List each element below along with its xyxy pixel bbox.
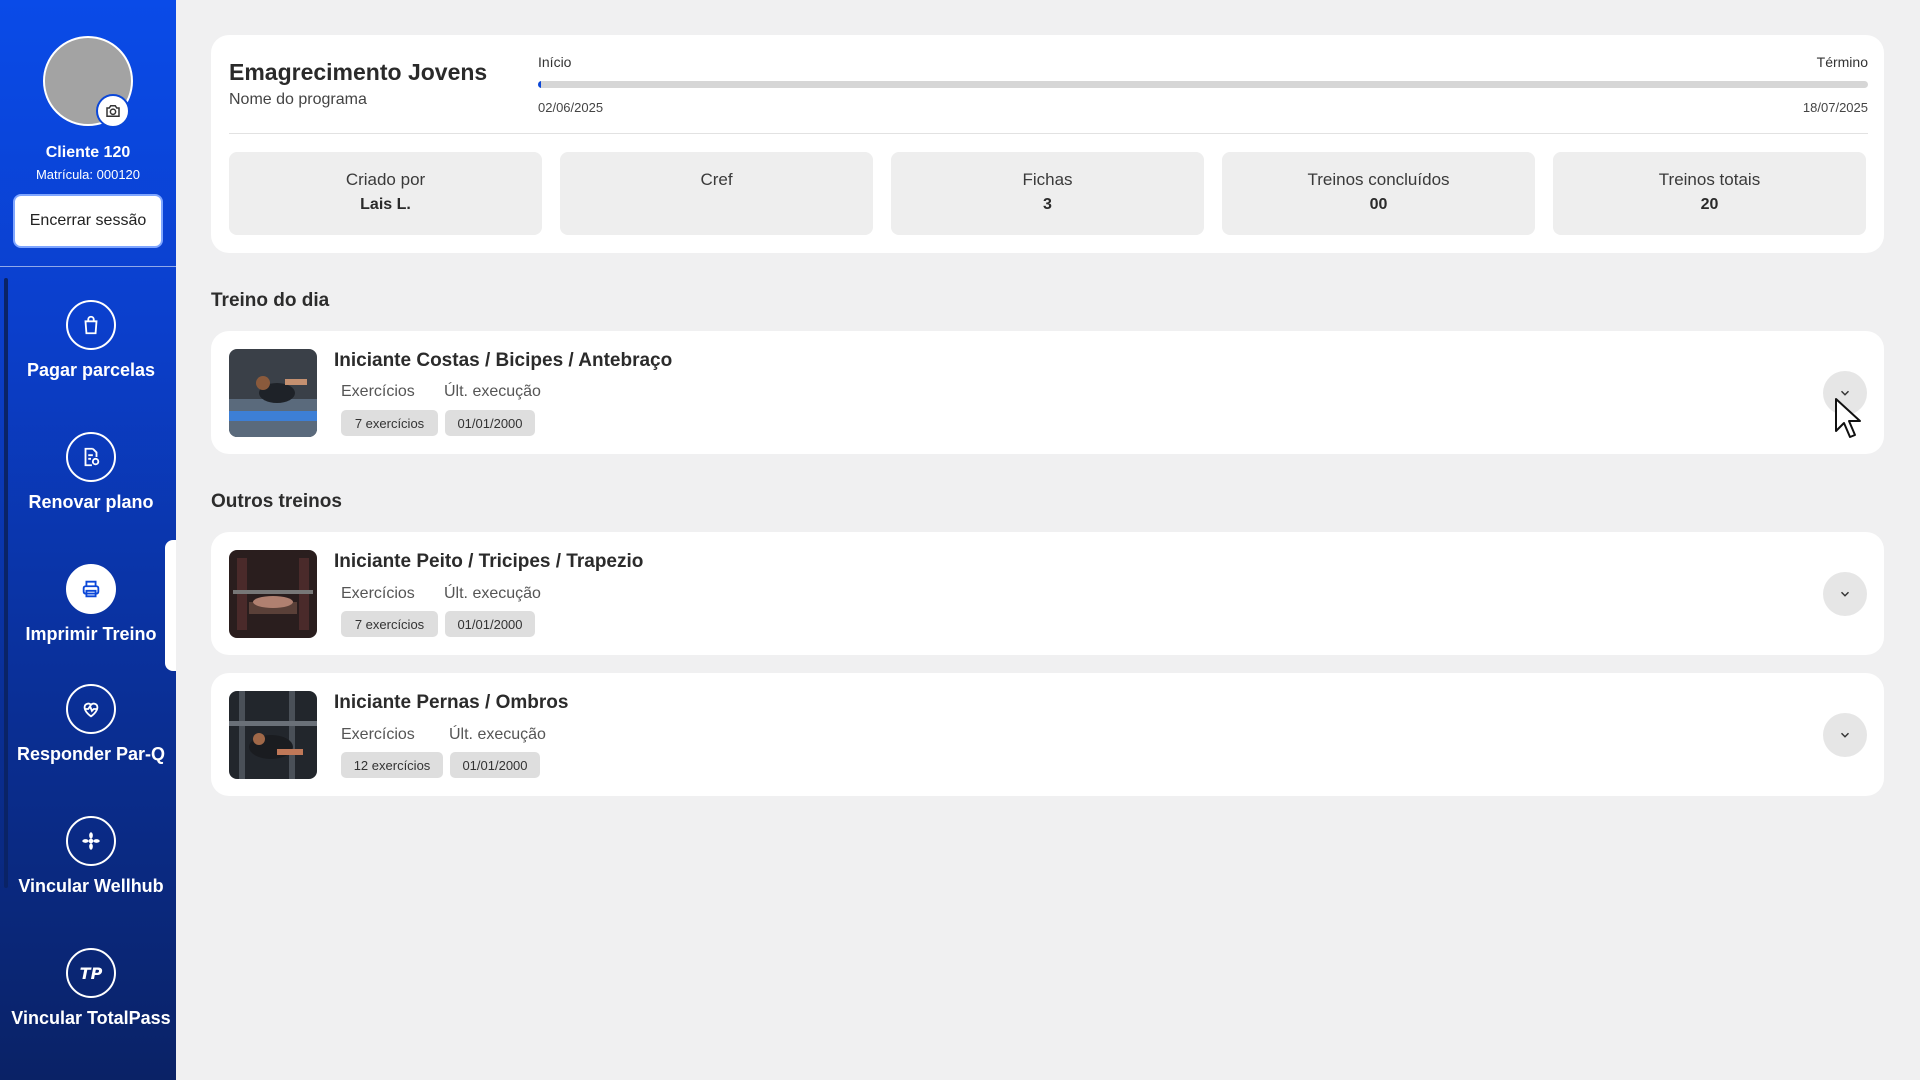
sidebar-item-label: Responder Par-Q — [16, 744, 166, 764]
document-refresh-icon — [66, 432, 116, 482]
logout-button[interactable]: Encerrar sessão — [13, 194, 163, 248]
workout-thumbnail — [229, 691, 317, 779]
last-execution-label: Últ. execução — [449, 726, 546, 743]
program-progress-bar — [538, 81, 1868, 88]
stat-value: Lais L. — [360, 196, 411, 213]
workout-thumbnail — [229, 349, 317, 437]
end-date: 18/07/2025 — [1802, 100, 1868, 115]
section-title-others: Outros treinos — [211, 491, 342, 512]
stat-value: 20 — [1700, 196, 1719, 213]
exercises-label: Exercícios — [341, 726, 415, 743]
last-execution-label: Últ. execução — [444, 383, 541, 400]
sidebar-item-pay-installments[interactable]: Pagar parcelas — [0, 300, 176, 390]
stat-total-workouts: Treinos totais 20 — [1553, 152, 1866, 235]
exercises-count-badge: 12 exercícios — [341, 752, 443, 778]
heart-pulse-icon — [66, 684, 116, 734]
wellhub-icon — [66, 816, 116, 866]
shopping-bag-icon — [66, 300, 116, 350]
sidebar-item-label: Pagar parcelas — [26, 360, 156, 380]
stat-value — [560, 196, 873, 216]
program-progress-fill — [538, 81, 541, 88]
stat-created-by: Criado por Lais L. — [229, 152, 542, 235]
client-name: Cliente 120 — [45, 144, 131, 161]
stat-label: Treinos concluídos — [1307, 170, 1450, 189]
sidebar-divider — [0, 266, 176, 267]
stat-completed-workouts: Treinos concluídos 00 — [1222, 152, 1535, 235]
end-label: Término — [1816, 54, 1868, 70]
exercises-label: Exercícios — [341, 585, 415, 602]
stat-value: 3 — [1043, 196, 1052, 213]
stat-label: Cref — [700, 170, 733, 189]
stat-label: Criado por — [345, 170, 426, 189]
sidebar-item-wellhub[interactable]: Vincular Wellhub — [0, 816, 176, 926]
card-divider — [229, 133, 1868, 134]
printer-icon — [66, 564, 116, 614]
chevron-down-icon — [1840, 591, 1850, 597]
program-title: Emagrecimento Jovens — [229, 59, 488, 85]
exercises-label: Exercícios — [341, 383, 415, 400]
start-date: 02/06/2025 — [538, 100, 604, 115]
stat-label: Treinos totais — [1658, 170, 1761, 189]
sidebar: Cliente 120 Matrícula: 000120 Encerrar s… — [0, 0, 176, 1080]
expand-button[interactable] — [1823, 572, 1867, 616]
expand-button[interactable] — [1823, 713, 1867, 757]
stat-sheets: Fichas 3 — [891, 152, 1204, 235]
exercises-count-badge: 7 exercícios — [341, 611, 438, 637]
section-title-today: Treino do dia — [211, 290, 330, 311]
workout-title: Iniciante Costas / Bicipes / Antebraço — [334, 350, 673, 371]
sidebar-item-parq[interactable]: Responder Par-Q — [0, 684, 176, 794]
stat-label: Fichas — [1022, 170, 1073, 189]
stat-cref: Cref — [560, 152, 873, 235]
camera-icon[interactable] — [96, 94, 130, 128]
workout-title: Iniciante Pernas / Ombros — [334, 692, 569, 713]
workout-thumbnail — [229, 550, 317, 638]
last-execution-badge: 01/01/2000 — [445, 410, 535, 436]
sidebar-item-label: Vincular Wellhub — [18, 876, 164, 896]
last-execution-badge: 01/01/2000 — [450, 752, 540, 778]
stat-value: 00 — [1369, 196, 1388, 213]
sidebar-item-print-workout[interactable]: Imprimir Treino — [0, 564, 176, 654]
workout-title: Iniciante Peito / Tricipes / Trapezio — [334, 551, 644, 572]
program-name-label: Nome do programa — [229, 91, 367, 108]
sidebar-item-label: Vincular TotalPass — [11, 1008, 171, 1028]
start-label: Início — [538, 54, 572, 70]
svg-text:TP: TP — [80, 964, 103, 983]
sidebar-item-totalpass[interactable]: TP Vincular TotalPass — [0, 948, 176, 1058]
client-registration: Matrícula: 000120 — [35, 167, 141, 182]
sidebar-item-label: Renovar plano — [28, 492, 154, 512]
sidebar-item-renew-plan[interactable]: Renovar plano — [0, 432, 176, 522]
mouse-cursor-icon — [1835, 398, 1861, 438]
sidebar-item-label: Imprimir Treino — [25, 624, 157, 644]
chevron-down-icon — [1840, 732, 1850, 738]
exercises-count-badge: 7 exercícios — [341, 410, 438, 436]
last-execution-badge: 01/01/2000 — [445, 611, 535, 637]
totalpass-icon: TP — [66, 948, 116, 998]
last-execution-label: Últ. execução — [444, 585, 541, 602]
profile-section: Cliente 120 Matrícula: 000120 Encerrar s… — [0, 0, 176, 266]
